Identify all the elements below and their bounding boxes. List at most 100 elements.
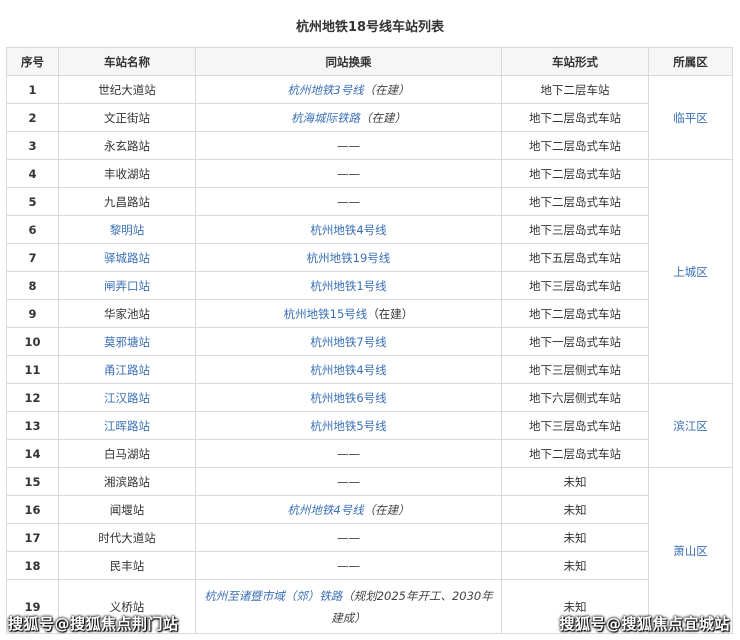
district-cell: 滨江区: [648, 383, 733, 468]
station-name: 白马湖站: [58, 439, 196, 468]
station-form: 未知: [501, 551, 649, 580]
district-link[interactable]: 临平区: [673, 111, 708, 125]
transfer-cell: ——: [195, 159, 502, 188]
station-name-link[interactable]: 驿城路站: [104, 251, 150, 265]
station-name: 丰收湖站: [58, 159, 196, 188]
station-name: 湘滨路站: [58, 467, 196, 496]
transfer-link[interactable]: 杭州地铁7号线: [310, 335, 386, 349]
district-cell: 上城区: [648, 159, 733, 384]
station-form: 地下三层侧式车站: [501, 355, 649, 384]
station-name: 世纪大道站: [58, 75, 196, 104]
transfer-cell: 杭州地铁15号线（在建）: [195, 299, 502, 328]
transfer-cell: 杭州地铁4号线（在建）: [195, 495, 502, 524]
station-name: 文正街站: [58, 103, 196, 132]
table-row: 10 莫邪塘站 杭州地铁7号线 地下一层岛式车站: [6, 327, 733, 356]
row-seq: 1: [6, 75, 59, 104]
transfer-link[interactable]: 杭州地铁1号线: [310, 279, 386, 293]
station-name-link[interactable]: 闸弄口站: [104, 279, 150, 293]
watermark-right: 搜狐号@搜狐焦点宜城站: [559, 615, 730, 633]
district-link[interactable]: 萧山区: [673, 544, 708, 558]
transfer-cell: 杭州地铁3号线（在建）: [195, 75, 502, 104]
table-row: 1 世纪大道站 杭州地铁3号线（在建） 地下二层车站 临平区: [6, 75, 733, 160]
transfer-cell: 杭州地铁4号线: [195, 355, 502, 384]
row-seq: 9: [6, 299, 59, 328]
row-seq: 14: [6, 439, 59, 468]
table-row: 2 文正街站 杭海城际铁路（在建） 地下二层岛式车站: [6, 103, 733, 132]
transfer-link[interactable]: 杭州地铁5号线: [310, 419, 386, 433]
transfer-link[interactable]: 杭州地铁15号线: [284, 307, 368, 321]
station-name-link[interactable]: 黎明站: [110, 223, 145, 237]
row-seq: 15: [6, 467, 59, 496]
row-seq: 10: [6, 327, 59, 356]
table-row: 11 甬江路站 杭州地铁4号线 地下三层侧式车站: [6, 355, 733, 384]
station-name: 时代大道站: [58, 523, 196, 552]
table-row: 5 九昌路站 —— 地下二层岛式车站: [6, 187, 733, 216]
station-name-cell: 闸弄口站: [58, 271, 196, 300]
transfer-cell: ——: [195, 467, 502, 496]
station-form: 地下三层岛式车站: [501, 215, 649, 244]
header-district: 所属区: [648, 47, 733, 76]
district-cell: 临平区: [648, 75, 733, 160]
watermark-left: 搜狐号@搜狐焦点荆门站: [8, 615, 179, 633]
station-table: 序号 车站名称 同站换乘 车站形式 所属区 1 世纪大道站 杭州地铁3号线（在建…: [6, 47, 733, 634]
station-form: 地下二层岛式车站: [501, 299, 649, 328]
transfer-link[interactable]: 杭州至诸暨市域（郊）铁路: [204, 589, 342, 603]
transfer-link[interactable]: 杭州地铁4号线: [310, 363, 386, 377]
table-row: 16 闻堰站 杭州地铁4号线（在建） 未知: [6, 495, 733, 524]
row-seq: 8: [6, 271, 59, 300]
row-seq: 12: [6, 383, 59, 412]
row-seq: 4: [6, 159, 59, 188]
table-row: 7 驿城路站 杭州地铁19号线 地下五层岛式车站: [6, 243, 733, 272]
table-row: 4 丰收湖站 —— 地下二层岛式车站 上城区: [6, 159, 733, 384]
station-name-cell: 黎明站: [58, 215, 196, 244]
station-form: 未知: [501, 467, 649, 496]
station-name-link[interactable]: 莫邪塘站: [104, 335, 150, 349]
row-seq: 17: [6, 523, 59, 552]
station-name: 华家池站: [58, 299, 196, 328]
transfer-link[interactable]: 杭州地铁19号线: [307, 251, 391, 265]
row-seq: 5: [6, 187, 59, 216]
station-form: 地下二层岛式车站: [501, 159, 649, 188]
station-form: 地下六层侧式车站: [501, 383, 649, 412]
station-form: 地下二层岛式车站: [501, 131, 649, 160]
table-title: 杭州地铁18号线车站列表: [295, 20, 445, 35]
table-row: 13 江晖路站 杭州地铁5号线 地下三层岛式车站: [6, 411, 733, 440]
transfer-cell: 杭州地铁4号线: [195, 215, 502, 244]
transfer-cell: ——: [195, 551, 502, 580]
transfer-note: （在建）: [360, 110, 406, 125]
station-name-link[interactable]: 江汉路站: [104, 391, 150, 405]
row-seq: 2: [6, 103, 59, 132]
transfer-cell: 杭州地铁6号线: [195, 383, 502, 412]
station-form: 未知: [501, 495, 649, 524]
header-seq: 序号: [6, 47, 59, 76]
transfer-link[interactable]: 杭州地铁3号线: [287, 83, 363, 97]
transfer-link[interactable]: 杭海城际铁路: [291, 111, 360, 125]
station-form: 地下二层车站: [501, 75, 649, 104]
station-name-cell: 江汉路站: [58, 383, 196, 412]
transfer-cell: ——: [195, 439, 502, 468]
transfer-link[interactable]: 杭州地铁4号线: [287, 503, 363, 517]
transfer-link[interactable]: 杭州地铁6号线: [310, 391, 386, 405]
row-seq: 18: [6, 551, 59, 580]
station-name-link[interactable]: 甬江路站: [104, 363, 150, 377]
transfer-cell: ——: [195, 131, 502, 160]
table-row: 3 永玄路站 —— 地下二层岛式车站: [6, 131, 733, 160]
station-name: 民丰站: [58, 551, 196, 580]
transfer-note: （在建）: [363, 82, 410, 97]
transfer-link[interactable]: 杭州地铁4号线: [310, 223, 386, 237]
station-name-cell: 驿城路站: [58, 243, 196, 272]
station-name: 九昌路站: [58, 187, 196, 216]
station-name-link[interactable]: 江晖路站: [104, 419, 150, 433]
district-link[interactable]: 滨江区: [673, 419, 708, 433]
header-station-form: 车站形式: [501, 47, 649, 76]
table-row: 12 江汉路站 杭州地铁6号线 地下六层侧式车站 滨江区: [6, 383, 733, 468]
station-name-cell: 莫邪塘站: [58, 327, 196, 356]
row-seq: 16: [6, 495, 59, 524]
table-row: 14 白马湖站 —— 地下二层岛式车站: [6, 439, 733, 468]
station-form: 地下二层岛式车站: [501, 103, 649, 132]
station-name: 永玄路站: [58, 131, 196, 160]
district-link[interactable]: 上城区: [673, 265, 708, 279]
station-name-cell: 江晖路站: [58, 411, 196, 440]
row-seq: 13: [6, 411, 59, 440]
transfer-cell: 杭海城际铁路（在建）: [195, 103, 502, 132]
